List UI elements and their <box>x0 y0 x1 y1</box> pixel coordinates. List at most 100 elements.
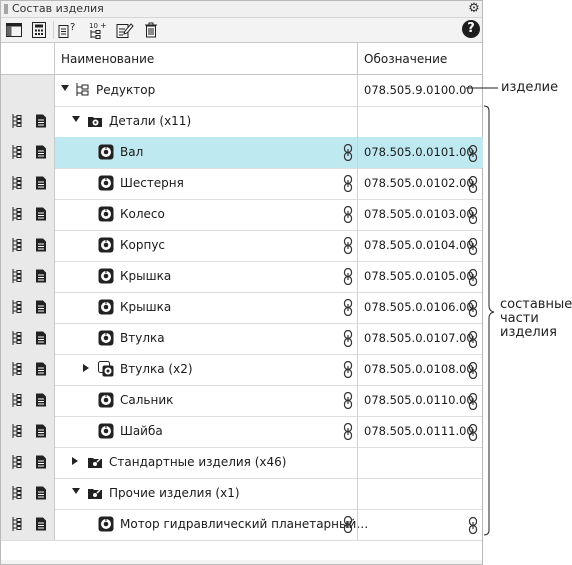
row-name: Втулка <box>120 331 165 345</box>
drag-grip-icon[interactable] <box>4 4 8 14</box>
row-name: Прочие изделия (x1) <box>109 486 240 500</box>
header-designation-cell[interactable]: Обозначение <box>357 43 447 74</box>
table-row[interactable]: Втулка 078.505.0.0107.00 <box>1 323 482 355</box>
annotation-product: изделие <box>501 80 559 95</box>
table-row[interactable]: Корпус 078.505.0.0104.00 <box>1 230 482 262</box>
document-icon[interactable] <box>35 300 47 314</box>
document-icon[interactable] <box>35 114 47 128</box>
structure-icon[interactable] <box>10 393 24 407</box>
table-row[interactable]: Мотор гидравлический планетарный… <box>1 509 482 541</box>
edit-button[interactable] <box>115 20 135 40</box>
numbering-icon: 10 + <box>89 21 107 39</box>
panel-titlebar[interactable]: Состав изделия ⚙ <box>1 1 482 18</box>
link-icon[interactable] <box>343 298 353 317</box>
part-icon <box>98 516 114 532</box>
document-icon[interactable] <box>35 331 47 345</box>
link-icon[interactable] <box>343 329 353 348</box>
table-row[interactable]: Сальник 078.505.0.0110.00 <box>1 385 482 417</box>
table-row[interactable]: Крышка 078.505.0.0105.00 <box>1 261 482 293</box>
renumber-button[interactable]: 10 + <box>88 20 108 40</box>
annotation-brackets <box>466 87 498 536</box>
structure-icon[interactable] <box>10 331 24 345</box>
part-icon <box>98 206 114 222</box>
assembly-icon <box>74 82 90 98</box>
table-row[interactable]: Вал 078.505.0.0101.00 <box>1 137 483 169</box>
link-icon[interactable] <box>343 422 353 441</box>
link-icon[interactable] <box>343 174 353 193</box>
structure-icon[interactable] <box>10 424 24 438</box>
structure-icon[interactable] <box>10 486 24 500</box>
expand-toggle[interactable] <box>72 457 78 465</box>
part-icon <box>98 299 114 315</box>
row-gutter <box>1 137 55 168</box>
table-row[interactable]: Шестерня 078.505.0.0102.00 <box>1 168 482 200</box>
standard-folder-icon <box>87 454 103 470</box>
link-icon[interactable] <box>343 267 353 286</box>
document-icon[interactable] <box>35 207 47 221</box>
structure-icon[interactable] <box>10 455 24 469</box>
structure-icon[interactable] <box>10 207 24 221</box>
parts-folder-icon <box>87 113 103 129</box>
table-row[interactable]: Втулка (x2) 078.505.0.0108.00 <box>1 354 482 386</box>
part-group-icon <box>98 361 114 377</box>
row-gutter <box>1 509 55 540</box>
table-row[interactable]: Детали (x11) <box>1 106 482 138</box>
structure-icon[interactable] <box>10 238 24 252</box>
structure-icon[interactable] <box>10 114 24 128</box>
row-gutter <box>1 168 55 199</box>
document-icon[interactable] <box>35 393 47 407</box>
help-icon[interactable]: ? <box>462 20 480 38</box>
link-icon[interactable] <box>343 236 353 255</box>
panel-view-button[interactable] <box>4 20 24 40</box>
row-designation: 078.505.0.0105.00 <box>364 269 474 283</box>
link-icon[interactable] <box>343 205 353 224</box>
svg-text:?: ? <box>70 22 75 33</box>
row-name: Стандартные изделия (x46) <box>109 455 287 469</box>
part-icon <box>98 237 114 253</box>
table-row[interactable]: Прочие изделия (x1) <box>1 478 482 510</box>
document-icon[interactable] <box>35 486 47 500</box>
row-name: Крышка <box>120 269 172 283</box>
structure-icon[interactable] <box>10 362 24 376</box>
collapse-toggle[interactable] <box>72 488 80 494</box>
collapse-toggle[interactable] <box>72 116 80 122</box>
collapse-toggle[interactable] <box>61 85 69 91</box>
structure-icon[interactable] <box>10 269 24 283</box>
header-name[interactable]: Наименование <box>61 52 154 66</box>
document-icon[interactable] <box>35 145 47 159</box>
table-row[interactable]: Шайба 078.505.0.0111.00 <box>1 416 482 448</box>
expand-toggle[interactable] <box>83 364 89 372</box>
link-icon[interactable] <box>343 143 353 162</box>
link-icon[interactable] <box>343 515 353 534</box>
trash-icon <box>145 22 157 38</box>
row-gutter <box>1 447 55 478</box>
document-icon[interactable] <box>35 424 47 438</box>
part-icon <box>98 268 114 284</box>
row-designation: 078.505.0.0106.00 <box>364 300 474 314</box>
document-icon[interactable] <box>35 238 47 252</box>
document-icon[interactable] <box>35 176 47 190</box>
table-row[interactable]: Редуктор 078.505.9.0100.00 <box>1 75 482 107</box>
link-icon[interactable] <box>343 360 353 379</box>
structure-table: Наименование Обозначение Редуктор 078.505… <box>1 42 483 560</box>
document-icon[interactable] <box>35 362 47 376</box>
table-row[interactable]: Стандартные изделия (x46) <box>1 447 482 479</box>
structure-icon[interactable] <box>10 176 24 190</box>
link-icon[interactable] <box>343 391 353 410</box>
gear-icon[interactable]: ⚙ <box>467 1 481 17</box>
document-icon[interactable] <box>35 455 47 469</box>
properties-query-button[interactable]: ? <box>58 20 78 40</box>
table-row[interactable]: Крышка 078.505.0.0106.00 <box>1 292 482 324</box>
document-icon[interactable] <box>35 269 47 283</box>
edit-icon <box>116 23 134 38</box>
row-gutter <box>1 385 55 416</box>
structure-icon[interactable] <box>10 145 24 159</box>
document-icon[interactable] <box>35 517 47 531</box>
table-row[interactable]: Колесо 078.505.0.0103.00 <box>1 199 482 231</box>
row-designation: 078.505.0.0110.00 <box>364 393 474 407</box>
delete-button[interactable] <box>141 20 161 40</box>
row-name: Корпус <box>120 238 166 252</box>
structure-icon[interactable] <box>10 300 24 314</box>
structure-icon[interactable] <box>10 517 24 531</box>
calculator-button[interactable] <box>29 20 49 40</box>
